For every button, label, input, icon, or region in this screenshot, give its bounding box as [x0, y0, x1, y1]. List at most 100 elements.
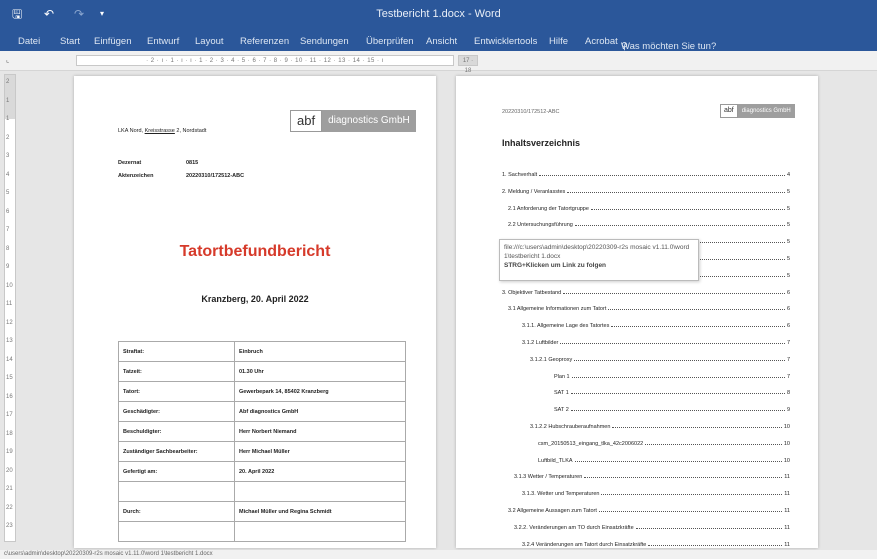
vertical-ruler-tick: 15	[6, 375, 13, 381]
address-suffix: 2, Nordstadt	[174, 128, 207, 134]
hyperlink-tooltip: file:///c:\users\admin\desktop\20220309-…	[499, 239, 699, 281]
toc-leader	[611, 323, 785, 328]
table-cell-label[interactable]: Tatzeit:	[118, 361, 235, 382]
tab-datei[interactable]: Datei	[18, 36, 40, 47]
toc-entry[interactable]: 3.2.4 Veränderungen am Tatort durch Eins…	[522, 542, 790, 548]
tab-hilfe[interactable]: Hilfe	[549, 36, 568, 47]
vertical-ruler-tick: 3	[6, 153, 10, 159]
address-prefix: LKA Nord,	[118, 128, 145, 134]
toc-entry-label: 3.1.3. Wetter und Temperaturen	[522, 491, 600, 498]
table-cell-value[interactable]	[234, 481, 406, 502]
table-cell-label[interactable]: Durch:	[118, 501, 235, 522]
toc-entry-page: 7	[786, 356, 790, 363]
toc-entry-label: 2.2 Untersuchungsführung	[508, 222, 573, 229]
table-cell-value[interactable]: 01.30 Uhr	[234, 361, 406, 382]
tab-selector-icon[interactable]: ⌞	[6, 56, 15, 65]
tab-ansicht[interactable]: Ansicht	[426, 36, 457, 47]
toc-entry[interactable]: 1. Sachverhalt 4	[502, 172, 790, 178]
vertical-ruler[interactable]: 2 1 1 2 3 4 5 6 7 8 9 10 11 12 13 14 15 16 17 18 19 20 21 22 23	[4, 74, 16, 542]
toc-entry[interactable]: 3.1.2 Luftbilder 7	[522, 340, 790, 346]
vertical-ruler-tick: 9	[6, 264, 10, 270]
toc-leader	[584, 474, 783, 479]
toc-entry-label: Plan 1	[554, 373, 570, 380]
toc-entry[interactable]: 3.2 Allgemeine Aussagen zum Tatort 11	[508, 508, 790, 514]
toc-entry[interactable]: Plan 1 7	[554, 374, 790, 380]
toc-entry[interactable]: 3.1 Allgemeine Informationen zum Tatort 6	[508, 306, 790, 312]
table-cell-value[interactable]: Michael Müller und Regina Schmidt	[234, 501, 406, 522]
toc-entry[interactable]: SAT 1 8	[554, 390, 790, 396]
table-cell-value[interactable]	[234, 521, 406, 542]
table-cell-value[interactable]: Einbruch	[234, 341, 406, 362]
toc-leader	[574, 458, 782, 462]
toc-entry-page: 5	[786, 188, 790, 195]
toc-entry[interactable]: 3. Objektiver Tatbestand 6	[502, 290, 790, 296]
address-link[interactable]: Kreisstrasse	[145, 128, 175, 134]
vertical-ruler-tick: 6	[6, 208, 10, 215]
table-cell-label[interactable]: Beschuldigter:	[118, 421, 235, 442]
tab-start[interactable]: Start	[60, 36, 80, 47]
table-cell-label[interactable]	[118, 521, 235, 542]
table-cell-value[interactable]: Herr Michael Müller	[234, 441, 406, 462]
tab-einfuegen[interactable]: Einfügen	[94, 36, 132, 47]
vertical-ruler-tick: 19	[6, 449, 13, 455]
vertical-ruler-tick: 22	[6, 504, 13, 511]
table-cell-label[interactable]: Straftat:	[118, 341, 235, 362]
toc-entry[interactable]: 3.1.3. Wetter und Temperaturen 11	[522, 491, 790, 497]
table-cell-value[interactable]: Abf diagnostics GmbH	[234, 401, 406, 422]
table-cell-label[interactable]: Zuständiger Sachbearbeiter:	[118, 441, 235, 462]
toc-entry[interactable]: 3.1.1. Allgemeine Lage des Tatortes 6	[522, 323, 790, 329]
toc-entry-label: 3.1.2 Luftbilder	[522, 340, 559, 346]
toc-leader	[560, 340, 785, 344]
document-page-2[interactable]: 20220310/172512-ABC abf diagnostics GmbH…	[456, 76, 818, 548]
table-cell-label[interactable]	[118, 481, 235, 502]
toc-leader	[574, 222, 785, 227]
vertical-ruler-tick: 23	[6, 523, 13, 529]
logo-diagnostics: diagnostics GmbH	[322, 110, 416, 132]
table-cell-label[interactable]: Geschädigter:	[118, 401, 235, 422]
vertical-ruler-tick: 1	[6, 116, 10, 122]
table-cell-value[interactable]: Herr Norbert Niemand	[234, 421, 406, 442]
vertical-ruler-tick: 18	[6, 430, 13, 437]
toc-entry[interactable]: 3.1.2.1 Geoproxy 7	[530, 357, 790, 363]
tab-ueberpruefen[interactable]: Überprüfen	[366, 36, 414, 47]
toc-entry-page: 5	[786, 222, 790, 229]
toc-entry[interactable]: 3.2.2. Veränderungen am TO durch Einsatz…	[514, 525, 790, 531]
toc-leader	[563, 290, 785, 294]
table-cell-label[interactable]: Tatort:	[118, 381, 235, 402]
toc-entry[interactable]: 3.1.2.2 Hubschrauberaufnahmen 10	[530, 424, 790, 430]
toc-entry[interactable]: 2.2 Untersuchungsführung 5	[508, 222, 790, 228]
toc-entry[interactable]: 2.1 Anforderung der Tatortgruppe 5	[508, 206, 790, 212]
toc-entry[interactable]: 2. Meldung / Veranlasstes 5	[502, 189, 790, 195]
toc-entry[interactable]: csm_20150513_eingang_tlka_42c2006022 10	[538, 441, 790, 447]
horizontal-ruler-right[interactable]: 17 · 18	[458, 55, 478, 74]
toc-title: Inhaltsverzeichnis	[502, 138, 581, 148]
vertical-ruler-tick: 5	[6, 190, 10, 196]
tab-layout[interactable]: Layout	[195, 36, 224, 47]
toc-entry-label: SAT 2	[554, 407, 569, 414]
vertical-ruler-tick: 10	[6, 282, 13, 289]
toc-entry-page: 10	[783, 440, 790, 447]
tab-entwicklertools[interactable]: Entwicklertools	[474, 36, 537, 47]
toc-entry[interactable]: SAT 2 9	[554, 407, 790, 413]
table-cell-label[interactable]: Gefertigt am:	[118, 461, 235, 482]
toc-entry[interactable]: 3.1.3 Wetter / Temperaturen 11	[514, 474, 790, 480]
status-bar: c\users\admin\desktop\20220309-r2s mosai…	[0, 550, 877, 559]
toc-leader	[570, 407, 785, 412]
table-cell-value[interactable]: 20. April 2022	[234, 461, 406, 482]
table-cell-value[interactable]: Gewerbepark 14, 85402 Kranzberg	[234, 381, 406, 402]
toc-entry-page: 5	[786, 239, 790, 246]
toc-entry[interactable]: Luftbild_TLKA 10	[538, 458, 790, 464]
document-page-1[interactable]: abf diagnostics GmbH LKA Nord, Kreisstra…	[74, 76, 436, 548]
vertical-ruler-tick: 16	[6, 393, 13, 400]
toc-entry-page: 11	[784, 474, 790, 481]
tab-referenzen[interactable]: Referenzen	[240, 36, 289, 47]
tab-acrobat[interactable]: Acrobat	[585, 36, 618, 47]
tab-entwurf[interactable]: Entwurf	[147, 36, 179, 47]
table-row: Beschuldigter: Herr Norbert Niemand	[118, 421, 406, 442]
toc-entry-page: 10	[783, 457, 790, 464]
toc-entry-page: 10	[783, 424, 790, 430]
tab-sendungen[interactable]: Sendungen	[300, 36, 349, 47]
horizontal-ruler[interactable]: · 2 · ı · 1 · ı · ı · 1 · 2 · 3 · 4 · 5 …	[76, 55, 454, 66]
address-line: LKA Nord, Kreisstrasse 2, Nordstadt	[118, 128, 206, 134]
toc-leader	[539, 172, 785, 176]
